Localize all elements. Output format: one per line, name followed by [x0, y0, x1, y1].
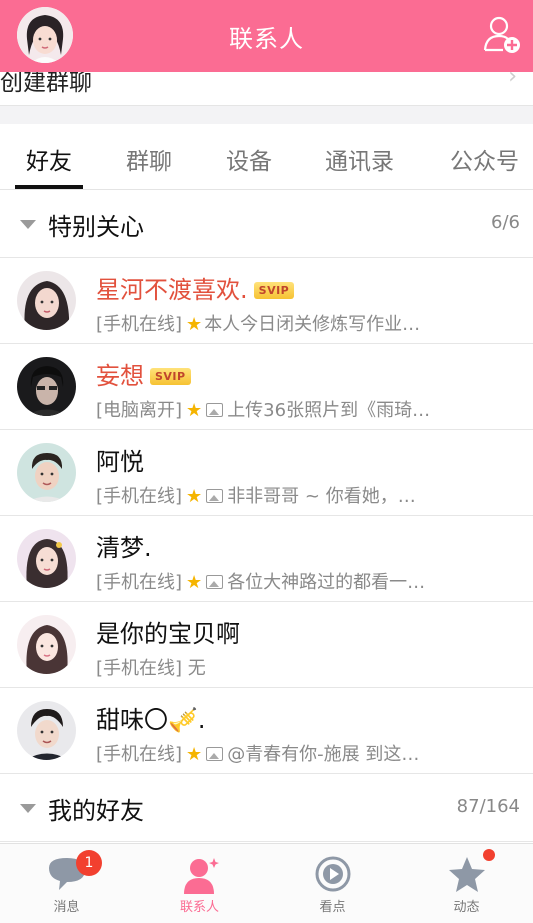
- star-icon: ★: [186, 744, 203, 765]
- contact-message: 上传36张照片到《雨琦…: [227, 400, 431, 421]
- group-count: 6/6: [491, 212, 520, 233]
- contact-status-line: [手机在线] ★ 各位大神路过的都看一…: [96, 568, 476, 594]
- contact-message: 各位大神路过的都看一…: [227, 572, 426, 593]
- star-icon: ★: [186, 572, 203, 593]
- contact-avatar: [17, 701, 76, 760]
- online-status: [电脑离开]: [96, 400, 183, 421]
- nav-label: 联系人: [179, 900, 219, 915]
- group-name: 我的好友: [48, 797, 144, 825]
- tab-devices[interactable]: 设备: [226, 142, 272, 176]
- star-icon: ★: [186, 400, 203, 421]
- group-name: 特别关心: [48, 213, 144, 241]
- tab-groups[interactable]: 群聊: [126, 142, 172, 176]
- nav-messages[interactable]: 1 消息: [0, 844, 133, 923]
- image-icon: [206, 403, 224, 417]
- contact-row[interactable]: 星河不渡喜欢. SVIP [手机在线] ★ 本人今日闭关修炼写作业…: [0, 258, 533, 344]
- contacts-icon: [183, 858, 219, 894]
- contact-name: 清梦.: [96, 534, 152, 562]
- bottom-navigation: 1 消息 联系人 看点 动态: [0, 843, 533, 923]
- group-header-special[interactable]: 特别关心 6/6: [0, 190, 533, 258]
- contact-name: 妄想 SVIP: [96, 356, 191, 391]
- star-icon: ★: [186, 486, 203, 507]
- contact-status-line: [手机在线] ★ 本人今日闭关修炼写作业…: [96, 310, 476, 336]
- group-header-friends[interactable]: 我的好友 87/164: [0, 774, 533, 842]
- section-gap: [0, 106, 533, 124]
- contact-message: 本人今日闭关修炼写作业…: [204, 314, 421, 335]
- notification-dot: [483, 849, 495, 861]
- collapse-triangle-icon: [20, 804, 36, 813]
- online-status: [手机在线]: [96, 744, 183, 765]
- online-status: [手机在线]: [96, 314, 183, 335]
- svip-badge: SVIP: [253, 282, 295, 299]
- online-status: [手机在线]: [96, 572, 183, 593]
- image-icon: [206, 575, 224, 589]
- contact-name-text: 妄想: [96, 362, 144, 390]
- image-icon: [206, 747, 224, 761]
- contact-status-line: [电脑离开] ★ 上传36张照片到《雨琦…: [96, 396, 476, 422]
- nav-feed[interactable]: 动态: [400, 844, 533, 923]
- play-icon: [315, 856, 350, 892]
- top-header: 联系人: [0, 0, 533, 72]
- group-count: 87/164: [456, 796, 520, 817]
- nav-label: 消息: [53, 900, 80, 915]
- contact-name: 星河不渡喜欢. SVIP: [96, 270, 295, 305]
- contact-message: @青春有你-施展 到这…: [227, 744, 420, 765]
- online-status: [手机在线]: [96, 486, 183, 507]
- contact-row[interactable]: 是你的宝贝啊 [手机在线] 无: [0, 602, 533, 688]
- contact-tabs: 好友 群聊 设备 通讯录 公众号: [0, 124, 533, 190]
- avatar-image-icon: [17, 615, 76, 674]
- avatar-image-icon: [17, 443, 76, 502]
- svip-badge: SVIP: [150, 368, 191, 385]
- image-icon: [206, 489, 224, 503]
- nav-contacts[interactable]: 联系人: [133, 844, 266, 923]
- contacts-screen: 创建群聊 › 联系人 好友 群聊 设备 通讯录 公众号 特别关心 6/6 星河不…: [0, 0, 533, 923]
- star-icon: [448, 857, 485, 892]
- avatar-image-icon: [17, 701, 76, 760]
- contact-avatar: [17, 529, 76, 588]
- online-status: [手机在线]: [96, 658, 183, 679]
- nav-label: 动态: [453, 900, 480, 915]
- add-contact-icon: [483, 16, 520, 53]
- contact-message: 非非哥哥 ~ 你看她，…: [227, 486, 416, 507]
- avatar-image-icon: [17, 357, 76, 416]
- unread-badge: 1: [76, 850, 102, 876]
- contact-name-text: 星河不渡喜欢.: [96, 276, 248, 304]
- contact-row[interactable]: 妄想 SVIP [电脑离开] ★ 上传36张照片到《雨琦…: [0, 344, 533, 430]
- contact-status-line: [手机在线] ★ 非非哥哥 ~ 你看她，…: [96, 482, 476, 508]
- contact-avatar: [17, 615, 76, 674]
- add-contact-button[interactable]: [483, 14, 523, 56]
- avatar-image-icon: [17, 271, 76, 330]
- contact-name: 是你的宝贝啊: [96, 620, 240, 648]
- contact-row[interactable]: 清梦. [手机在线] ★ 各位大神路过的都看一…: [0, 516, 533, 602]
- contact-status-line: [手机在线] ★ @青春有你-施展 到这…: [96, 740, 476, 766]
- collapse-triangle-icon: [20, 220, 36, 229]
- contact-avatar: [17, 271, 76, 330]
- contact-message: 无: [187, 658, 206, 679]
- contact-avatar: [17, 357, 76, 416]
- contact-name: 阿悦: [96, 448, 144, 476]
- nav-watch[interactable]: 看点: [266, 844, 399, 923]
- contact-name: 甜味〇🎺.: [96, 706, 206, 734]
- active-tab-indicator: [15, 185, 83, 189]
- tab-friends[interactable]: 好友: [26, 142, 72, 176]
- star-icon: ★: [186, 314, 203, 335]
- contact-row[interactable]: 阿悦 [手机在线] ★ 非非哥哥 ~ 你看她，…: [0, 430, 533, 516]
- nav-label: 看点: [319, 900, 346, 915]
- contact-avatar: [17, 443, 76, 502]
- contact-row[interactable]: 甜味〇🎺. [手机在线] ★ @青春有你-施展 到这…: [0, 688, 533, 774]
- avatar-image-icon: [17, 529, 76, 588]
- contact-status-line: [手机在线] 无: [96, 654, 476, 680]
- page-title: 联系人: [229, 25, 304, 53]
- tab-official-accounts[interactable]: 公众号: [450, 142, 519, 176]
- tab-address-book[interactable]: 通讯录: [325, 142, 394, 176]
